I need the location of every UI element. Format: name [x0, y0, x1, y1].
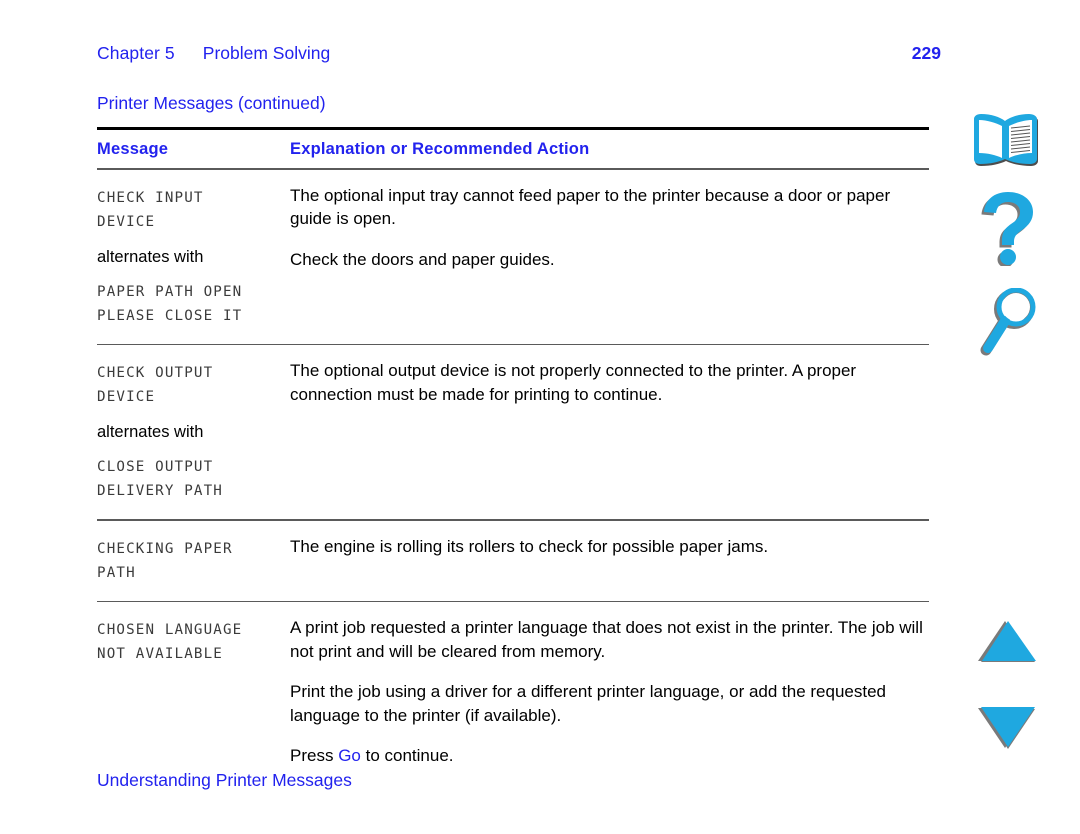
alternates-with-label: alternates with [97, 423, 204, 442]
lcd-message-line: CHECKING PAPER [97, 540, 233, 557]
table-row: CHOSEN LANGUAGE NOT AVAILABLE A print jo… [97, 602, 929, 784]
table-header-row: Message Explanation or Recommended Actio… [97, 130, 929, 168]
magnifier-icon[interactable] [977, 287, 1039, 356]
alternates-with-label: alternates with [97, 247, 204, 266]
go-button-keyword[interactable]: Go [338, 746, 361, 765]
lcd-message-line: PATH [97, 564, 136, 581]
explanation-paragraph: A print job requested a printer language… [290, 618, 923, 661]
column-header-explanation: Explanation or Recommended Action [290, 140, 590, 158]
document-page: Chapter 5 Problem Solving 229 Printer Me… [0, 0, 1080, 834]
triangle-up-icon[interactable] [975, 620, 1041, 664]
table-cell-message: CHECK INPUT DEVICE alternates with PAPER… [97, 184, 290, 328]
footer-section-link[interactable]: Understanding Printer Messages [97, 770, 352, 791]
press-go-line: Press Go to continue. [290, 744, 929, 768]
explanation-paragraph: The optional output device is not proper… [290, 361, 857, 404]
lcd-message-line: DEVICE [97, 389, 156, 406]
lcd-message-line-alt: DELIVERY PATH [97, 483, 223, 500]
printer-messages-table: Message Explanation or Recommended Actio… [97, 127, 929, 784]
table-cell-message: CHOSEN LANGUAGE NOT AVAILABLE [97, 616, 290, 666]
chapter-label: Chapter 5 [97, 43, 175, 63]
column-header-message: Message [97, 140, 169, 158]
table-row: CHECKING PAPER PATH The engine is rollin… [97, 521, 929, 601]
press-go-after: to continue. [360, 746, 454, 766]
lcd-message-line: CHOSEN LANGUAGE [97, 622, 243, 639]
table-caption: Printer Messages (continued) [97, 93, 326, 113]
page-number: 229 [911, 43, 941, 63]
table-cell-explanation: A print job requested a printer language… [290, 616, 929, 768]
lcd-message-line-alt: PLEASE CLOSE IT [97, 307, 243, 324]
table-row: CHECK OUTPUT DEVICE alternates with CLOS… [97, 345, 929, 519]
press-go-before: Press [290, 746, 339, 766]
table-row: CHECK INPUT DEVICE alternates with PAPER… [97, 170, 929, 344]
triangle-down-icon[interactable] [975, 706, 1041, 750]
question-mark-icon[interactable] [977, 190, 1039, 268]
explanation-paragraph: The engine is rolling its rollers to che… [290, 536, 769, 556]
explanation-paragraph: The optional input tray cannot feed pape… [290, 185, 891, 229]
table-cell-explanation: The engine is rolling its rollers to che… [290, 535, 929, 559]
table-cell-message: CHECK OUTPUT DEVICE alternates with CLOS… [97, 359, 290, 503]
lcd-message-line: NOT AVAILABLE [97, 646, 223, 663]
table-cell-message: CHECKING PAPER PATH [97, 535, 290, 585]
lcd-message-line-alt: CLOSE OUTPUT [97, 459, 214, 476]
explanation-paragraph: Check the doors and paper guides. [290, 249, 555, 269]
lcd-message-line-alt: PAPER PATH OPEN [97, 283, 243, 300]
lcd-message-line: DEVICE [97, 213, 156, 230]
explanation-paragraph: Print the job using a driver for a diffe… [290, 682, 887, 725]
chapter-title: Problem Solving [202, 43, 331, 63]
book-icon[interactable] [972, 114, 1042, 170]
table-cell-explanation: The optional output device is not proper… [290, 359, 929, 406]
table-cell-explanation: The optional input tray cannot feed pape… [290, 184, 929, 272]
navigation-rail [955, 0, 1080, 834]
lcd-message-line: CHECK OUTPUT [97, 365, 214, 382]
running-header: Chapter 5 Problem Solving 229 [97, 43, 957, 69]
lcd-message-line: CHECK INPUT [97, 189, 204, 206]
